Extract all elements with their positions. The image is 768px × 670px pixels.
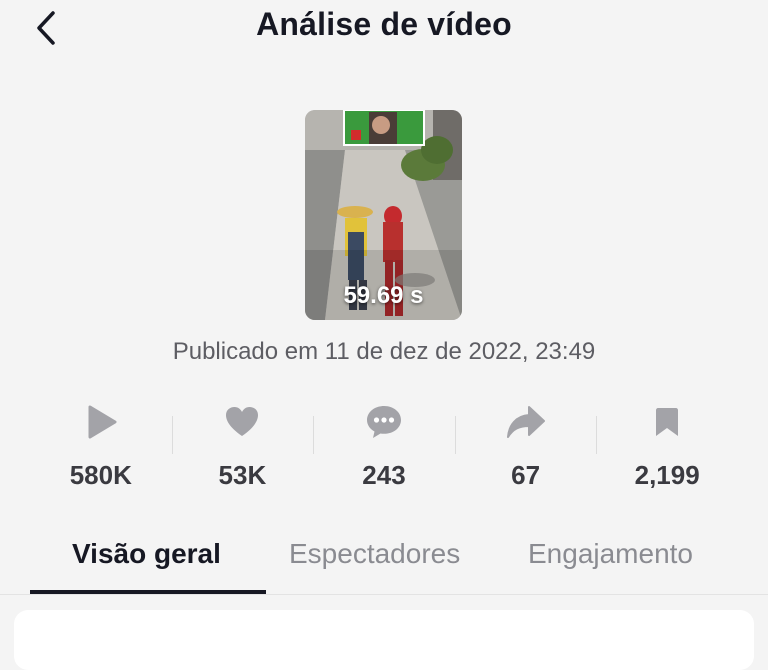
saves-count: 2,199 [634,460,700,490]
stat-comments: 243 [313,398,455,498]
shares-count: 67 [511,460,541,490]
comments-count: 243 [362,460,406,490]
tab-overview[interactable]: Visão geral [72,538,221,570]
views-count: 580K [69,460,132,490]
stats-row: 580K 53K 243 67 2,199 [30,398,738,498]
play-icon [79,400,123,444]
published-date: Publicado em 11 de dez de 2022, 23:49 [172,338,596,365]
stat-views: 580K [30,398,172,498]
stat-saves: 2,199 [596,398,738,498]
heart-icon [220,400,264,444]
top-bar: Análise de vídeo [0,0,768,56]
stat-likes: 53K [171,398,314,498]
bookmark-icon [645,400,689,444]
comment-icon [362,400,406,444]
share-icon [504,400,548,444]
tab-divider [0,594,768,595]
content-card [14,610,754,670]
tab-bar: Visão geral Espectadores Engajamento [0,528,768,594]
video-duration: 59.69 s [343,282,424,309]
tab-viewers[interactable]: Espectadores [289,538,460,570]
video-thumbnail[interactable]: 59.69 s [305,110,462,320]
page-title: Análise de vídeo [256,6,512,42]
tab-engagement[interactable]: Engajamento [528,538,693,570]
stat-shares: 67 [454,398,597,498]
likes-count: 53K [218,460,267,490]
